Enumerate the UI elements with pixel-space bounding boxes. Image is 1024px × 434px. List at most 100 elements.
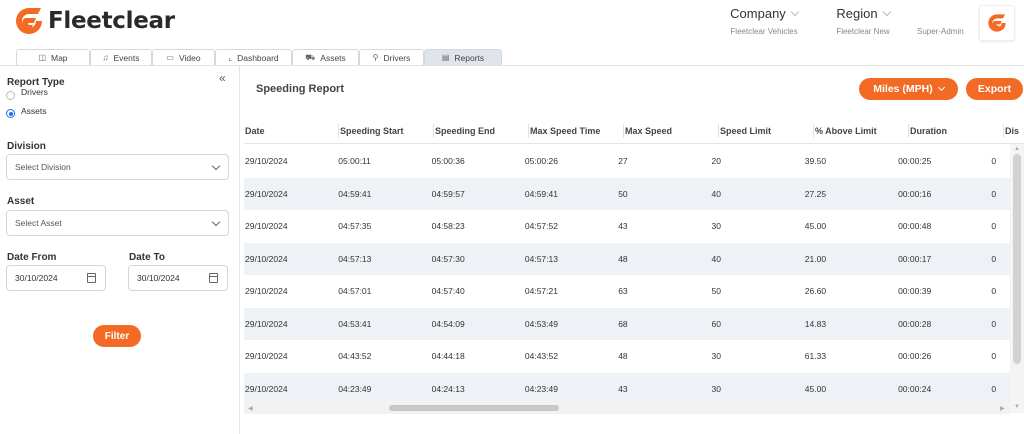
table-cell: 14.83	[804, 318, 827, 329]
table-row[interactable]: 29/10/2024 04:53:41 04:54:09 04:53:49 68 60 14…	[244, 307, 1010, 340]
tab-label: Dashboard	[237, 52, 279, 63]
table-row[interactable]: 29/10/2024 04:57:35 04:58:23 04:57:52 43 30 45…	[244, 210, 1010, 243]
calendar-icon[interactable]	[209, 273, 218, 283]
date-from-label: Date From	[7, 252, 57, 263]
division-placeholder: Select Division	[15, 162, 71, 172]
table-cell: 04:59:41	[524, 188, 558, 199]
scroll-up-icon[interactable]: ▲	[1014, 146, 1020, 152]
tab-events[interactable]: ♫ Events	[90, 49, 152, 65]
table-cell: 04:58:23	[431, 221, 465, 232]
tab-label: Assets	[320, 52, 346, 63]
table-cell: 04:54:09	[431, 318, 465, 329]
document-icon: ▤	[441, 53, 450, 62]
column-header[interactable]: Max Speed	[624, 118, 719, 144]
column-header[interactable]: Max Speed Time	[529, 118, 624, 144]
column-header-label: Max Speed	[625, 126, 673, 136]
table-row[interactable]: 29/10/2024 04:23:49 04:24:13 04:23:49 43 30 45…	[244, 372, 1010, 405]
table-row[interactable]: 29/10/2024 04:43:52 04:44:18 04:43:52 48 30 61…	[244, 340, 1010, 373]
export-button[interactable]: Export	[966, 78, 1023, 100]
table-row[interactable]: 29/10/2024 04:57:01 04:57:40 04:57:21 63 50 26…	[244, 275, 1010, 308]
vertical-scrollbar[interactable]: ▲ ▼	[1010, 144, 1024, 413]
tab-reports[interactable]: ▤ Reports	[424, 49, 502, 65]
division-select[interactable]: Select Division	[6, 154, 229, 180]
column-header[interactable]: Speeding Start	[339, 118, 434, 144]
table-cell: 40	[711, 253, 721, 264]
table-cell: 0	[991, 318, 997, 329]
scroll-thumb[interactable]	[1013, 154, 1021, 364]
table-cell: 50	[618, 188, 628, 199]
column-header-label: Speed Limit	[720, 126, 772, 136]
column-header[interactable]: Dis	[1004, 118, 1024, 144]
column-header[interactable]: Speed Limit	[719, 118, 814, 144]
collapse-sidebar-icon[interactable]: «	[219, 71, 226, 85]
scroll-left-icon[interactable]: ◀	[248, 405, 253, 412]
scroll-down-icon[interactable]: ▼	[1014, 404, 1020, 410]
avatar[interactable]	[979, 5, 1015, 41]
tab-map[interactable]: ◫ Map	[16, 49, 90, 65]
table-cell: 04:23:49	[524, 383, 558, 394]
chevron-down-icon	[211, 217, 221, 227]
asset-select[interactable]: Select Asset	[6, 210, 229, 236]
column-header[interactable]: Duration	[909, 118, 1004, 144]
chevron-down-icon	[790, 7, 800, 17]
table-row[interactable]: 29/10/2024 05:00:11 05:00:36 05:00:26 27 20 39…	[244, 145, 1010, 178]
company-selector[interactable]: Company Fleetclear Vehicles	[712, 6, 816, 36]
table-cell: 29/10/2024	[245, 156, 288, 167]
tab-label: Reports	[454, 52, 485, 63]
table-cell: 00:00:28	[898, 318, 932, 329]
table-cell: 04:23:49	[338, 383, 372, 394]
radio-assets[interactable]: Assets	[6, 105, 47, 118]
region-selector[interactable]: Region Fleetclear New	[820, 6, 906, 36]
units-dropdown[interactable]: Miles (MPH)	[859, 78, 958, 100]
radio-label: Drivers	[21, 86, 48, 97]
table-row[interactable]: 29/10/2024 04:57:13 04:57:30 04:57:13 48 40 21…	[244, 242, 1010, 275]
table-cell: 00:00:48	[898, 221, 932, 232]
region-value: Fleetclear New	[836, 27, 890, 36]
date-to-input[interactable]: 30/10/2024	[128, 265, 228, 291]
tab-assets[interactable]: ⛟ Assets	[292, 49, 359, 65]
table-row[interactable]: 29/10/2024 04:59:41 04:59:57 04:59:41 50 40 27…	[244, 177, 1010, 210]
table-cell: 0	[991, 221, 997, 232]
table-cell: 04:59:57	[431, 188, 465, 199]
date-from-input[interactable]: 30/10/2024	[6, 265, 106, 291]
table-cell: 0	[991, 253, 997, 264]
table-cell: 04:57:35	[338, 221, 372, 232]
radio-drivers[interactable]: Drivers	[6, 87, 48, 100]
calendar-icon[interactable]	[87, 273, 96, 283]
tab-drivers[interactable]: ⚲ Drivers	[359, 49, 424, 65]
column-header[interactable]: Date	[244, 118, 339, 144]
chart-icon: ⌞	[228, 53, 233, 62]
truck-icon: ⛟	[305, 52, 316, 62]
table-cell: 04:44:18	[431, 351, 465, 362]
scroll-right-icon[interactable]: ▶	[1000, 405, 1005, 412]
table-cell: 29/10/2024	[245, 188, 288, 199]
table-cell: 00:00:39	[898, 286, 932, 297]
table-cell: 04:57:01	[338, 286, 372, 297]
scroll-thumb[interactable]	[389, 405, 559, 411]
table-cell: 27.25	[804, 188, 827, 199]
table-cell: 05:00:11	[338, 156, 371, 167]
horizontal-scrollbar[interactable]: ◀ ▶	[244, 402, 1010, 414]
table-cell: 04:43:52	[524, 351, 558, 362]
table-cell: 00:00:17	[898, 253, 932, 264]
tab-video[interactable]: ▭ Video	[152, 49, 215, 65]
column-header-label: Max Speed Time	[530, 126, 601, 136]
asset-label: Asset	[7, 196, 35, 207]
table-cell: 30	[711, 351, 721, 362]
tab-label: Video	[178, 52, 201, 63]
radio-label: Assets	[21, 105, 47, 116]
filter-button[interactable]: Filter	[93, 325, 141, 347]
table-cell: 04:57:30	[431, 253, 465, 264]
tab-dashboard[interactable]: ⌞ Dashboard	[215, 49, 292, 65]
report-title: Speeding Report	[256, 83, 345, 95]
table-cell: 04:57:40	[431, 286, 465, 297]
column-header[interactable]: Speeding End	[434, 118, 529, 144]
brand-logo[interactable]: Fleetclear	[14, 6, 175, 36]
tab-label: Events	[113, 52, 140, 63]
top-bar: Fleetclear Company Fleetclear Vehicles R…	[0, 0, 1024, 46]
column-header-label: Speeding End	[435, 126, 496, 136]
column-header[interactable]: % Above Limit	[814, 118, 909, 144]
table-cell: 39.50	[804, 156, 827, 167]
report-panel: Speeding Report Miles (MPH) Export Date S…	[244, 66, 1024, 434]
table-cell: 00:00:16	[898, 188, 932, 199]
